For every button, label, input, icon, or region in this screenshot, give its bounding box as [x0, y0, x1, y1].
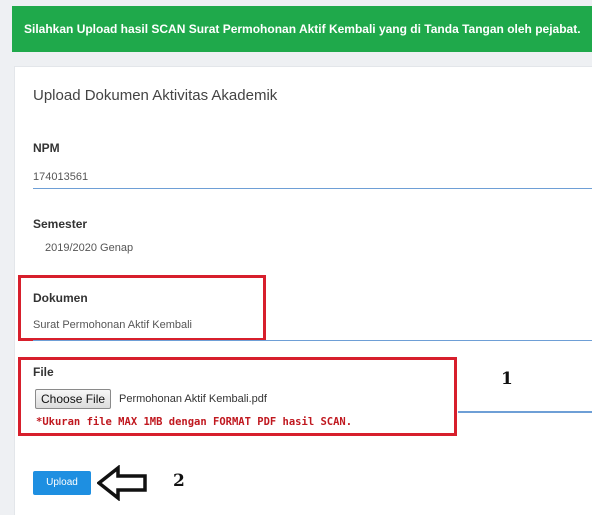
dokumen-underline	[33, 340, 592, 341]
semester-label: Semester	[33, 217, 88, 231]
annotation-marker-1: 1	[501, 369, 513, 389]
page-title: Upload Dokumen Aktivitas Akademik	[33, 87, 278, 104]
dokumen-label: Dokumen	[33, 291, 88, 305]
choose-file-button[interactable]: Choose File	[35, 389, 112, 409]
semester-select[interactable]: 2019/2020 Genap	[45, 242, 133, 254]
npm-underline	[33, 188, 592, 189]
alert-banner: Silahkan Upload hasil SCAN Surat Permoho…	[12, 6, 592, 52]
highlight-dokumen	[18, 275, 266, 341]
dokumen-select[interactable]: Surat Permohonan Aktif Kembali	[33, 319, 192, 331]
npm-label: NPM	[33, 141, 60, 155]
upload-button[interactable]: Upload	[33, 471, 91, 495]
upload-form-card: Upload Dokumen Aktivitas Akademik NPM 17…	[14, 66, 592, 515]
left-arrow-icon	[97, 465, 147, 501]
npm-field[interactable]: 174013561	[33, 171, 88, 183]
selected-file-name: Permohonan Aktif Kembali.pdf	[119, 393, 267, 405]
file-size-note: *Ukuran file MAX 1MB dengan FORMAT PDF h…	[36, 416, 353, 428]
file-underline	[458, 411, 592, 413]
file-label: File	[33, 365, 54, 379]
annotation-marker-2: 2	[173, 471, 185, 491]
